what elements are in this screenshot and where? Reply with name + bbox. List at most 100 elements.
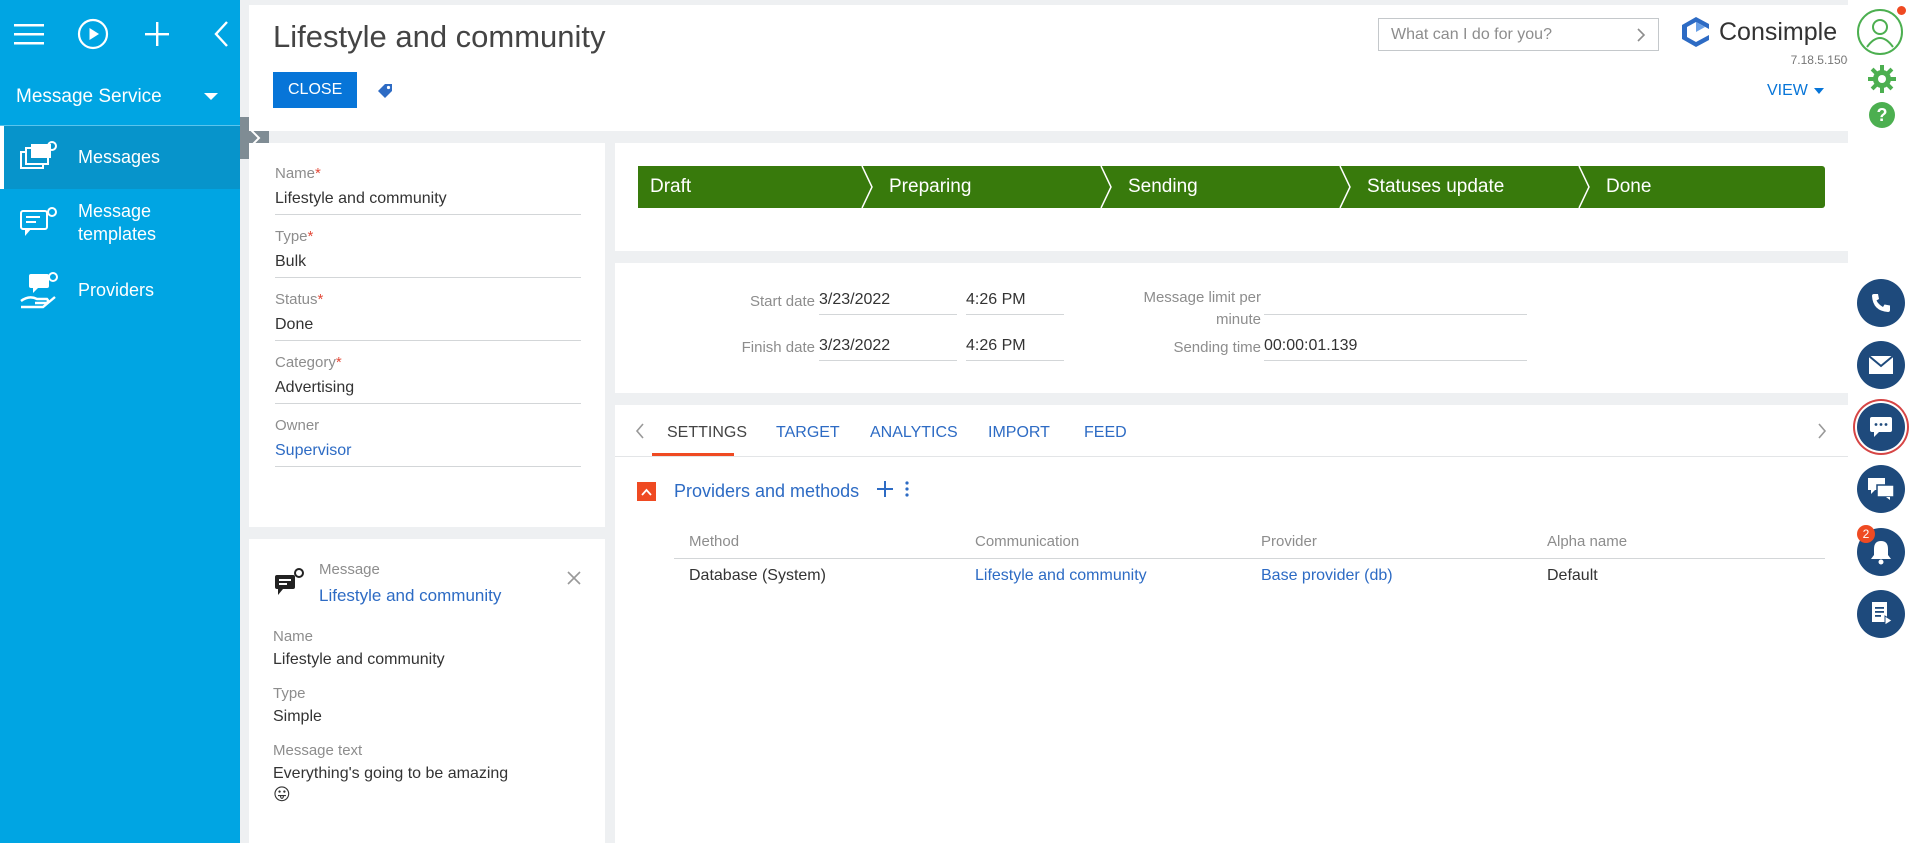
dates-panel: Start date 3/23/2022 4:26 PM Finish date… — [615, 263, 1848, 393]
category-field[interactable]: Advertising — [275, 375, 581, 404]
message-card: Message Lifestyle and community Name Lif… — [249, 539, 605, 843]
add-icon[interactable] — [877, 481, 894, 502]
help-icon[interactable]: ? — [1868, 101, 1896, 134]
message-card-header: Message Lifestyle and community — [273, 561, 581, 606]
column-header-provider[interactable]: Provider — [1261, 533, 1317, 550]
message-name-field: Name Lifestyle and community — [273, 628, 581, 669]
field-label: Name — [275, 165, 316, 182]
stage-label: Sending — [1128, 176, 1198, 197]
stage-done[interactable]: Done — [1586, 166, 1825, 208]
stage-draft[interactable]: Draft — [638, 166, 879, 208]
message-limit-label-line: minute — [1215, 311, 1261, 328]
message-type-field: Type Simple — [273, 685, 581, 726]
field-label: Name — [273, 628, 314, 645]
process-button[interactable] — [1857, 590, 1905, 638]
tab-settings[interactable]: SETTINGS — [667, 424, 747, 442]
tag-icon[interactable] — [376, 82, 394, 105]
required-marker: * — [317, 291, 324, 308]
stage-preparing[interactable]: Preparing — [869, 166, 1118, 208]
plus-icon[interactable] — [140, 17, 174, 51]
field-status: Status* Done — [275, 291, 581, 341]
owner-link[interactable]: Supervisor — [275, 438, 581, 467]
start-time-field[interactable]: 4:26 PM — [966, 291, 1064, 315]
messages-icon — [18, 137, 60, 179]
status-dot — [1897, 6, 1906, 15]
name-field[interactable]: Lifestyle and community — [275, 186, 581, 215]
page-title: Lifestyle and community — [273, 19, 606, 54]
search-input[interactable]: What can I do for you? — [1378, 18, 1659, 51]
tab-import[interactable]: IMPORT — [988, 424, 1050, 442]
field-owner: Owner Supervisor — [275, 417, 581, 467]
sidebar-item-message-templates[interactable]: Message templates — [0, 189, 240, 257]
section-selector-label: Message Service — [16, 85, 162, 107]
chevron-left-icon[interactable] — [204, 17, 238, 51]
page-header: Lifestyle and community CLOSE What can I… — [249, 5, 1854, 131]
start-date-field[interactable]: 3/23/2022 — [819, 291, 957, 315]
finish-date-field[interactable]: 3/23/2022 — [819, 337, 957, 361]
table-row[interactable]: Database (System) Lifestyle and communit… — [674, 567, 1825, 593]
conversation-icon — [1868, 478, 1895, 500]
detail-header: Providers and methods — [637, 481, 909, 502]
column-header-alpha-name[interactable]: Alpha name — [1547, 533, 1627, 550]
field-label: Type — [275, 228, 308, 245]
notification-badge: 2 — [1857, 525, 1875, 543]
hamburger-menu-icon[interactable] — [12, 17, 46, 51]
chevron-left-icon[interactable] — [635, 422, 645, 445]
sidebar-item-providers[interactable]: Providers — [0, 257, 240, 323]
field-category: Category* Advertising — [275, 354, 581, 404]
tab-feed[interactable]: FEED — [1084, 424, 1127, 442]
emoji: 😛 — [273, 785, 291, 804]
field-type: Type* Bulk — [275, 228, 581, 278]
chevron-right-icon[interactable] — [1817, 422, 1827, 445]
chevron-right-icon — [1637, 27, 1646, 42]
message-limit-label: Message limit per minute — [1095, 287, 1261, 331]
detail-title: Providers and methods — [674, 481, 860, 501]
view-menu-button[interactable]: VIEW — [1767, 82, 1824, 100]
chat-icon — [1870, 417, 1892, 437]
more-options-icon[interactable] — [905, 481, 909, 502]
field-label: Type — [273, 685, 306, 702]
chevron-up-icon — [641, 488, 652, 496]
grid-header: Method Communication Provider Alpha name — [674, 533, 1825, 559]
stage-label: Statuses update — [1367, 176, 1505, 197]
chat-button[interactable] — [1857, 403, 1905, 451]
field-value: Everything's going to be amazing — [273, 765, 509, 782]
stage-bar: Draft Preparing Sending Statuses update … — [638, 166, 1825, 208]
stage-statuses-update[interactable]: Statuses update — [1347, 166, 1596, 208]
record-fields-panel: Name* Lifestyle and community Type* Bulk… — [249, 143, 605, 527]
gear-icon[interactable] — [1867, 64, 1897, 99]
field-label: Owner — [275, 417, 320, 434]
document-play-icon — [1872, 602, 1893, 626]
email-button[interactable] — [1857, 341, 1905, 389]
logo-icon — [1682, 17, 1709, 47]
message-link[interactable]: Lifestyle and community — [319, 586, 501, 606]
tabs-panel: SETTINGS TARGET ANALYTICS IMPORT FEED Pr… — [615, 405, 1848, 843]
stage-sending[interactable]: Sending — [1108, 166, 1357, 208]
feed-button[interactable] — [1857, 465, 1905, 513]
column-header-method[interactable]: Method — [689, 533, 739, 550]
sidebar-item-messages[interactable]: Messages — [0, 126, 240, 189]
type-field[interactable]: Bulk — [275, 249, 581, 278]
finish-time-field[interactable]: 4:26 PM — [966, 337, 1064, 361]
message-limit-label-line: Message limit per — [1143, 289, 1261, 306]
close-button[interactable]: CLOSE — [273, 72, 358, 108]
cell-provider-link[interactable]: Base provider (db) — [1261, 567, 1393, 585]
message-icon — [273, 567, 305, 602]
cell-communication-link[interactable]: Lifestyle and community — [975, 567, 1147, 585]
message-limit-field[interactable] — [1264, 291, 1527, 315]
required-marker: * — [307, 228, 314, 245]
collapse-detail-button[interactable] — [637, 482, 656, 501]
play-circle-icon[interactable] — [76, 17, 110, 51]
column-header-communication[interactable]: Communication — [975, 533, 1079, 550]
sidebar-toolbar — [0, 0, 240, 68]
chevron-separator-icon — [1337, 166, 1357, 208]
view-menu-label: VIEW — [1767, 82, 1808, 99]
avatar[interactable] — [1857, 9, 1903, 55]
phone-button[interactable] — [1857, 279, 1905, 327]
tab-analytics[interactable]: ANALYTICS — [870, 424, 958, 442]
tab-target[interactable]: TARGET — [776, 424, 840, 442]
tab-bar: SETTINGS TARGET ANALYTICS IMPORT FEED — [615, 405, 1848, 457]
section-selector[interactable]: Message Service — [0, 68, 240, 126]
close-icon[interactable] — [567, 571, 581, 590]
status-field[interactable]: Done — [275, 312, 581, 341]
